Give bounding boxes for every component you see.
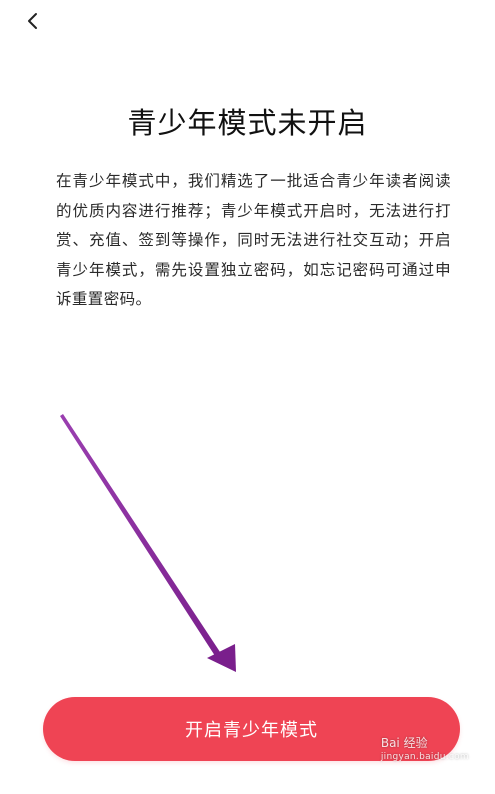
enable-teen-mode-button[interactable]: 开启青少年模式 [43, 697, 460, 761]
chevron-left-icon [28, 13, 37, 29]
page-title: 青少年模式未开启 [127, 106, 368, 140]
back-button[interactable] [18, 6, 48, 36]
mode-description: 在青少年模式中，我们精选了一批适合青少年读者阅读的优质内容进行推荐；青少年模式开… [56, 172, 451, 308]
